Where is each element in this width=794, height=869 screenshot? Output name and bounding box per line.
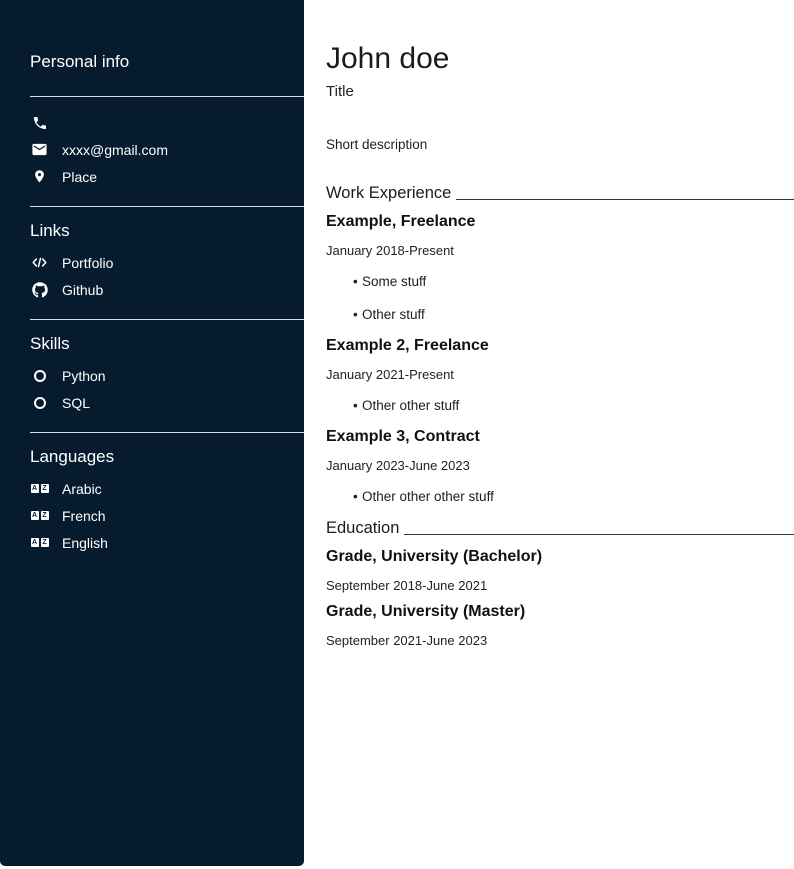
section-heading-label: Education: [326, 519, 399, 538]
languages-list: AZ Arabic AZ French AZ English: [0, 475, 304, 556]
skills-list: Python SQL: [0, 362, 304, 416]
sidebar-divider: [30, 432, 304, 433]
resume-main: John doe Title Short description Work Ex…: [304, 0, 794, 869]
sidebar-heading-languages: Languages: [30, 447, 304, 467]
contact-place-row: Place: [0, 163, 304, 190]
work-entry-bullets: Some stuff Other stuff: [326, 274, 794, 323]
job-title: Title: [326, 83, 794, 101]
sidebar: Personal info xxxx@gmail.com Place Links: [0, 0, 304, 866]
work-entry-title: Example 2, Freelance: [326, 337, 794, 355]
work-entry-title: Example, Freelance: [326, 213, 794, 231]
skill-item: SQL: [0, 389, 304, 416]
sidebar-divider: [30, 96, 304, 97]
link-github[interactable]: Github: [0, 276, 304, 303]
envelope-icon: [30, 141, 49, 158]
work-entry-bullets: Other other stuff: [326, 398, 794, 414]
skill-item: Python: [0, 362, 304, 389]
github-icon: [30, 282, 49, 298]
language-icon: AZ: [30, 484, 49, 493]
location-pin-icon: [30, 168, 49, 185]
section-heading-work-experience: Work Experience: [326, 184, 794, 203]
education-entry-title: Grade, University (Bachelor): [326, 548, 794, 566]
work-entry-date: January 2021-Present: [326, 367, 794, 382]
language-icon: AZ: [30, 538, 49, 547]
section-heading-education: Education: [326, 519, 794, 538]
short-description: Short description: [326, 137, 794, 153]
work-entry-title: Example 3, Contract: [326, 428, 794, 446]
sidebar-heading-links: Links: [30, 221, 304, 241]
language-item: AZ Arabic: [0, 475, 304, 502]
education-entry-date: September 2021-June 2023: [326, 633, 794, 648]
language-item: AZ French: [0, 502, 304, 529]
circle-icon: [30, 370, 49, 382]
heading-rule: [456, 199, 794, 200]
place-text: Place: [62, 169, 97, 185]
link-label: Github: [62, 282, 103, 298]
sidebar-heading-personal-info: Personal info: [30, 52, 304, 72]
work-entry-date: January 2023-June 2023: [326, 458, 794, 473]
education-entry-date: September 2018-June 2021: [326, 578, 794, 593]
section-heading-label: Work Experience: [326, 184, 451, 203]
sidebar-divider: [30, 206, 304, 207]
circle-icon: [30, 397, 49, 409]
phone-icon: [30, 115, 49, 131]
language-label: English: [62, 535, 108, 551]
contact-email-row: xxxx@gmail.com: [0, 136, 304, 163]
work-entry-bullets: Other other other stuff: [326, 489, 794, 505]
language-item: AZ English: [0, 529, 304, 556]
education-entry-title: Grade, University (Master): [326, 603, 794, 621]
email-text: xxxx@gmail.com: [62, 142, 168, 158]
contact-list: xxxx@gmail.com Place: [0, 109, 304, 190]
work-entry-date: January 2018-Present: [326, 243, 794, 258]
skill-label: Python: [62, 368, 106, 384]
language-label: French: [62, 508, 106, 524]
bullet-item: Some stuff: [353, 274, 794, 290]
bullet-item: Other other other stuff: [353, 489, 794, 505]
sidebar-heading-skills: Skills: [30, 334, 304, 354]
heading-rule: [404, 534, 794, 535]
language-icon: AZ: [30, 511, 49, 520]
bullet-item: Other stuff: [353, 307, 794, 323]
sidebar-divider: [30, 319, 304, 320]
links-list: Portfolio Github: [0, 249, 304, 303]
language-label: Arabic: [62, 481, 102, 497]
contact-phone-row: [0, 109, 304, 136]
skill-label: SQL: [62, 395, 90, 411]
person-name: John doe: [326, 42, 794, 75]
code-icon: [30, 255, 49, 270]
link-label: Portfolio: [62, 255, 113, 271]
bullet-item: Other other stuff: [353, 398, 794, 414]
link-portfolio[interactable]: Portfolio: [0, 249, 304, 276]
